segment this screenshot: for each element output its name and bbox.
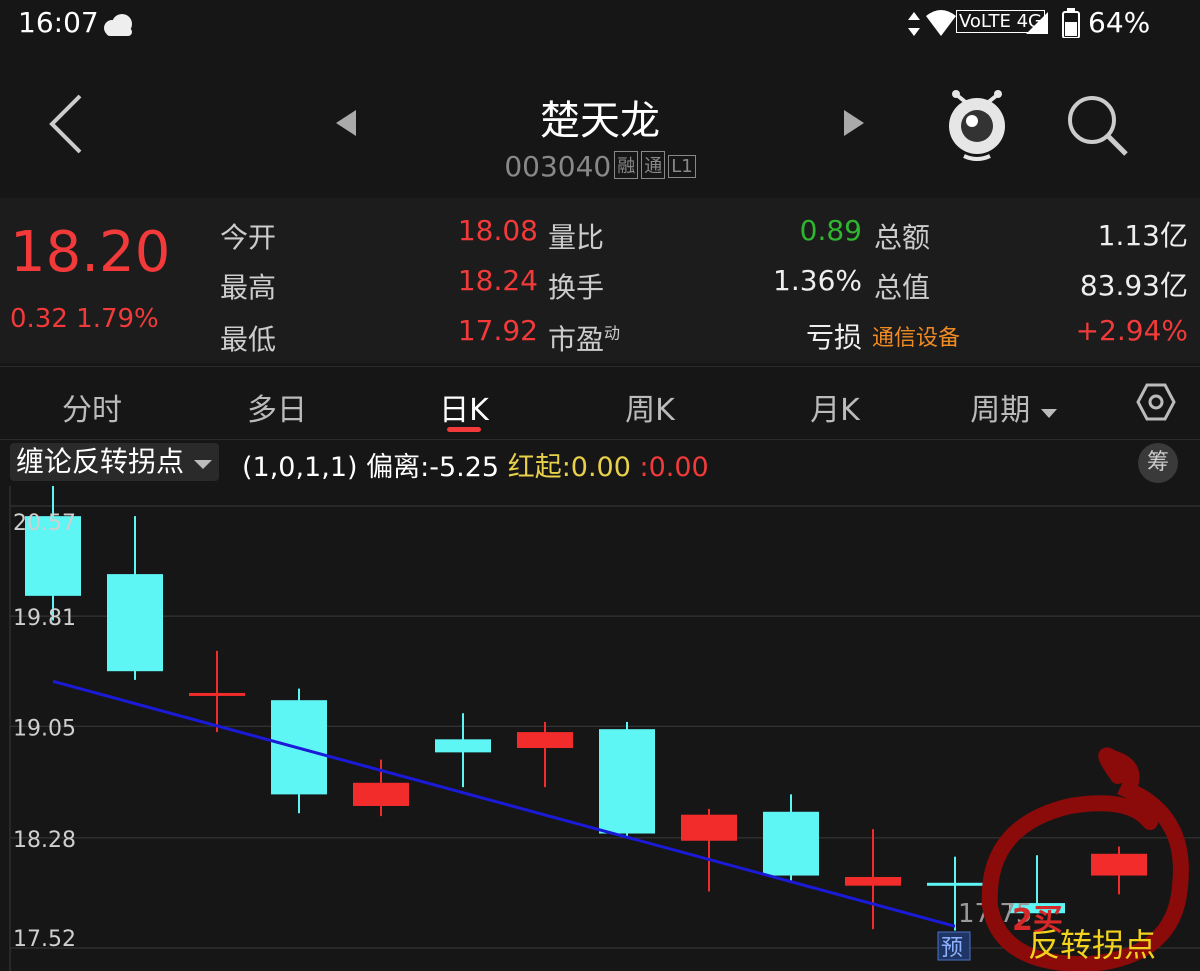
red-start-label: 红起 [507, 452, 562, 483]
value-volume-ratio: 0.89 [799, 214, 862, 247]
change-percent: 1.79% [76, 304, 159, 334]
change-amount: 0.32 [10, 304, 68, 334]
indicator-selector[interactable]: 缠论反转拐点 [10, 443, 219, 481]
y-tick-label: 18.28 [13, 828, 76, 853]
chip-distribution-button[interactable]: 筹 [1138, 443, 1178, 483]
pe-dynamic-sup: 动 [604, 323, 621, 343]
label-volume-ratio: 量比 [548, 221, 605, 254]
trend-line [52, 679, 956, 928]
y-tick-label: 17.52 [13, 927, 76, 952]
candle-body [845, 876, 901, 886]
candle-body [1091, 853, 1147, 876]
price-change: 0.32 1.79% [10, 304, 159, 334]
clock: 16:07 [18, 6, 99, 39]
status-bar: 16:07 VoLTE 4G 64% [0, 0, 1200, 50]
tab-daily-k[interactable]: 日K [394, 385, 534, 429]
period-tabs: 分时 多日 日K 周K 月K 周期 [0, 366, 1200, 440]
next-stock-icon[interactable] [842, 108, 866, 138]
candle-body [599, 729, 655, 834]
candle-body [189, 692, 245, 696]
label-open: 今开 [220, 221, 277, 254]
candle-body [927, 882, 983, 886]
industry-link[interactable]: 通信设备 [872, 320, 960, 352]
value-turnover-amount: 1.13亿 [1097, 219, 1188, 252]
cloud-icon [104, 14, 132, 36]
label-low: 最低 [220, 323, 277, 356]
candle-body [681, 814, 737, 841]
label-pe-ratio: 市盈动 [548, 318, 620, 358]
value-market-cap: 83.93亿 [1079, 269, 1188, 302]
value-open: 18.08 [457, 214, 538, 247]
kline-chart[interactable]: 20.5719.8119.0518.2817.52 17.75 预 2买 反转拐… [0, 486, 1200, 971]
y-tick-label: 19.05 [13, 716, 76, 741]
label-turnover-rate: 换手 [548, 271, 605, 304]
deviation-value: -5.25 [429, 452, 500, 483]
extra-value: :0.00 [639, 452, 709, 483]
stock-code-line: 003040 融通 L1 [0, 150, 1200, 183]
deviation-label: 偏离: [366, 452, 430, 483]
candle-body [435, 739, 491, 753]
robot-assistant-icon[interactable] [944, 86, 1010, 164]
candle-body [763, 811, 819, 876]
dropdown-arrow-icon [193, 460, 212, 469]
y-tick-label: 19.81 [13, 606, 76, 631]
pe-label-text: 市盈 [548, 323, 605, 356]
candles [25, 486, 1147, 931]
stock-code: 003040 [504, 150, 612, 183]
data-arrows-icon [908, 12, 920, 36]
industry-change: +2.94% [1075, 314, 1188, 347]
candle-body [517, 732, 573, 749]
tab-monthly-k[interactable]: 月K [765, 385, 905, 429]
red-start-value: :0.00 [561, 452, 631, 483]
value-turnover-rate: 1.36% [773, 264, 862, 297]
label-market-cap: 总值 [874, 271, 931, 304]
active-tab-indicator [447, 427, 481, 432]
tag-connect: 通 [641, 151, 666, 179]
value-low: 17.92 [457, 314, 538, 347]
tab-weekly-k[interactable]: 周K [580, 385, 720, 429]
tab-intraday[interactable]: 分时 [22, 385, 162, 429]
candle-body [107, 574, 163, 672]
indicator-values: (1,0,1,1) 偏离:-5.25 红起:0.00 :0.00 [242, 445, 709, 484]
current-price: 18.20 [10, 220, 171, 285]
search-icon[interactable] [1064, 92, 1130, 158]
signal-icon [1026, 12, 1048, 34]
value-pe-ratio: 亏损 [805, 321, 862, 354]
tab-multi-day[interactable]: 多日 [207, 385, 347, 429]
battery-level: 64% [1088, 6, 1151, 39]
indicator-params: (1,0,1,1) [242, 452, 358, 483]
wifi-icon [926, 10, 956, 36]
tab-period-label: 周期 [970, 393, 1031, 428]
y-tick-label: 20.57 [13, 511, 76, 536]
tab-period[interactable]: 周期 [944, 385, 1084, 429]
reversal-signal-label: 反转拐点 [1028, 926, 1156, 964]
battery-icon [1062, 8, 1080, 38]
quote-panel: 18.20 0.32 1.79% 今开 18.08 量比 0.89 总额 1.1… [0, 198, 1200, 363]
dropdown-arrow-icon [1040, 409, 1057, 418]
stock-name: 楚天龙 [540, 98, 660, 144]
tag-margin: 融 [614, 151, 639, 179]
label-high: 最高 [220, 271, 277, 304]
candle-body [353, 782, 409, 806]
stock-header: 楚天龙 003040 融通 L1 [0, 50, 1200, 198]
indicator-name: 缠论反转拐点 [16, 445, 185, 478]
predict-tag: 预 [941, 936, 963, 961]
label-turnover-amount: 总额 [874, 221, 931, 254]
tag-level: L1 [668, 155, 696, 178]
indicator-bar: 缠论反转拐点 (1,0,1,1) 偏离:-5.25 红起:0.00 :0.00 … [0, 440, 1200, 486]
value-high: 18.24 [457, 264, 538, 297]
settings-hexagon-icon[interactable] [1136, 383, 1176, 421]
